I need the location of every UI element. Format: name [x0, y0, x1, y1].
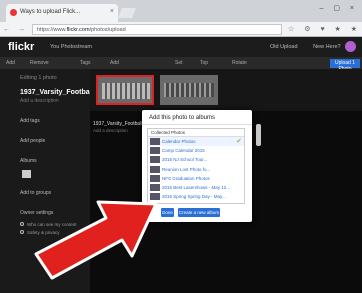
album-item[interactable]: NFS Graduation Photos [148, 174, 244, 183]
team-photo-image [102, 83, 150, 99]
album-thumb [150, 138, 160, 145]
uploader-toolbar: Add Remove Tags Add Set Top Rotate Uploa… [0, 57, 362, 72]
description-field[interactable]: Add a description [20, 98, 90, 104]
extension-icons[interactable]: ☆ ⚙ ♥ ★ ★ ★ [288, 25, 362, 33]
team-photo-image [164, 83, 214, 97]
add-tags-link[interactable]: Add tags [20, 118, 90, 124]
flickr-nav[interactable]: You Photostream [50, 44, 92, 50]
album-thumb [150, 174, 160, 182]
radio-icon[interactable] [20, 230, 24, 234]
add-people-link[interactable]: Add people [20, 138, 90, 144]
photo-title-field[interactable]: 1937_Varsity_Football [20, 89, 94, 96]
address-bar[interactable]: https://www.flickr.com/photos/upload [32, 24, 282, 35]
check-icon: ✔ [236, 138, 242, 145]
screenshot: Ways to upload Flick... × – ▢ × ← → ⟳ ht… [0, 0, 362, 293]
red-arrow-icon [34, 200, 158, 280]
toolbar-add[interactable]: Add [6, 60, 15, 66]
album-list-header: Collected Photos [148, 129, 244, 137]
radio-icon[interactable] [20, 222, 24, 226]
flickr-logo[interactable]: flickr [8, 41, 34, 53]
toolbar-top[interactable]: Top [200, 60, 208, 66]
browser-tab[interactable]: Ways to upload Flick... × [6, 4, 118, 22]
album-icon[interactable] [22, 170, 31, 178]
photo-description: Add a description [93, 128, 128, 133]
tab-close-icon[interactable]: × [110, 8, 114, 15]
albums-label[interactable]: Albums [20, 158, 90, 164]
header-links: Old Upload New Here? [270, 44, 355, 50]
toolbar-add-2[interactable]: Add [110, 60, 119, 66]
toolbar-tags[interactable]: Tags [80, 60, 91, 66]
flickr-favicon-icon [10, 9, 17, 16]
create-album-button[interactable]: Create a new album [178, 208, 220, 217]
album-item[interactable]: Reunion Lost Photo fo... [148, 165, 244, 174]
toolbar-remove[interactable]: Remove [30, 60, 49, 66]
album-thumb [150, 156, 160, 164]
url-path: /photos/upload [89, 27, 126, 33]
flickr-header: flickr You Photostream Old Upload New He… [0, 37, 362, 57]
url-host: flickr.com [66, 27, 90, 33]
toolbar-rotate[interactable]: Rotate [232, 60, 247, 66]
browser-tab-strip: Ways to upload Flick... × – ▢ × [0, 0, 362, 22]
avatar[interactable] [345, 41, 356, 52]
album-thumb [150, 147, 160, 155]
new-here-link[interactable]: New Here? [313, 44, 341, 50]
browser-toolbar: ← → ⟳ https://www.flickr.com/photos/uplo… [0, 22, 362, 37]
editing-count: Editing 1 photo [20, 75, 57, 81]
dialog-title: Add this photo to albums [142, 110, 252, 125]
tab-title: Ways to upload Flick... [20, 9, 81, 15]
old-upload-link[interactable]: Old Upload [270, 44, 298, 50]
album-item[interactable]: 2015 NJ School Tour... [148, 155, 244, 164]
thumbnail-strip [90, 69, 362, 111]
album-item[interactable]: Calendar Photos ✔ [148, 137, 244, 147]
toolbar-set[interactable]: Set [175, 60, 183, 66]
photo-thumbnail-selected[interactable] [96, 75, 154, 105]
album-thumb [150, 165, 160, 173]
upload-button[interactable]: Upload 1 Photo [330, 59, 360, 72]
photo-thumbnail[interactable] [160, 75, 218, 105]
url-prefix: https://www. [37, 27, 67, 33]
photo-name: 1937_Varsity_Football [93, 121, 143, 127]
new-tab-button[interactable] [118, 8, 136, 18]
window-controls[interactable]: – ▢ × [320, 4, 358, 12]
album-list-scrollbar[interactable] [256, 124, 261, 146]
album-item[interactable]: Camp Calendar 2015 [148, 146, 244, 155]
